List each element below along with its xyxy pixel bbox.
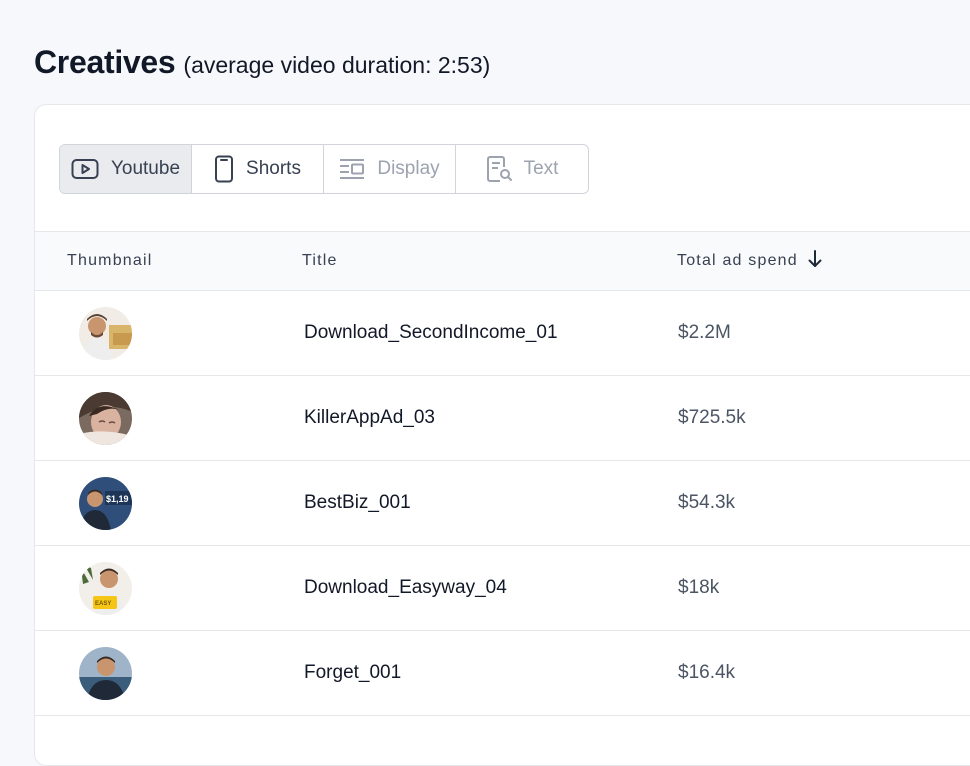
table-row[interactable]: KillerAppAd_03 $725.5k [35, 376, 970, 461]
tab-text-label: Text [523, 158, 559, 179]
creative-type-tabs: Youtube Shorts Display Text [59, 144, 589, 194]
ad-spend-value: $54.3k [678, 492, 736, 513]
page-title: Creatives [34, 44, 176, 80]
text-ad-icon [486, 155, 512, 183]
tab-shorts[interactable]: Shorts [192, 145, 324, 193]
youtube-icon [71, 158, 99, 180]
video-thumbnail[interactable] [79, 392, 132, 445]
tab-text[interactable]: Text [456, 145, 588, 193]
column-header-thumbnail: Thumbnail [67, 232, 153, 290]
svg-text:$1,19: $1,19 [106, 494, 129, 504]
column-header-title: Title [302, 232, 338, 290]
phone-icon [214, 155, 234, 183]
table-row[interactable]: Download_SecondIncome_01 $2.2M [35, 291, 970, 376]
video-thumbnail[interactable]: $1,19 [79, 477, 132, 530]
ad-spend-value: $18k [678, 577, 720, 598]
arrow-down-icon [808, 249, 822, 273]
column-header-spend[interactable]: Total ad spend [677, 232, 822, 290]
table-row[interactable]: Forget_001 $16.4k [35, 631, 970, 716]
column-header-title-label: Title [302, 252, 338, 269]
table-row[interactable]: EASY Download_Easyway_04 $18k [35, 546, 970, 631]
svg-text:EASY: EASY [95, 601, 111, 607]
video-thumbnail[interactable] [79, 307, 132, 360]
video-thumbnail[interactable]: EASY [79, 562, 132, 615]
creative-title: KillerAppAd_03 [304, 407, 435, 428]
column-header-spend-label: Total ad spend [677, 252, 798, 269]
creative-title: Forget_001 [304, 662, 402, 683]
ad-spend-value: $2.2M [678, 322, 731, 343]
video-thumbnail[interactable] [79, 647, 132, 700]
page-heading: Creatives (average video duration: 2:53) [34, 44, 490, 81]
creative-title: Download_SecondIncome_01 [304, 322, 558, 343]
display-ad-icon [339, 158, 365, 180]
tab-shorts-label: Shorts [246, 158, 301, 179]
ad-spend-value: $16.4k [678, 662, 736, 683]
creative-title: Download_Easyway_04 [304, 577, 507, 598]
table-row[interactable]: $1,19 BestBiz_001 $54.3k [35, 461, 970, 546]
ad-spend-value: $725.5k [678, 407, 746, 428]
creative-title: BestBiz_001 [304, 492, 411, 513]
column-header-thumbnail-label: Thumbnail [67, 252, 153, 269]
tab-youtube[interactable]: Youtube [60, 145, 192, 193]
creatives-card: Youtube Shorts Display Text Thumbnail Ti… [34, 104, 970, 766]
tab-display-label: Display [377, 158, 440, 179]
table-header: Thumbnail Title Total ad spend [35, 231, 970, 291]
page-subtitle: (average video duration: 2:53) [183, 52, 491, 78]
tab-display[interactable]: Display [324, 145, 456, 193]
tab-youtube-label: Youtube [110, 158, 181, 179]
